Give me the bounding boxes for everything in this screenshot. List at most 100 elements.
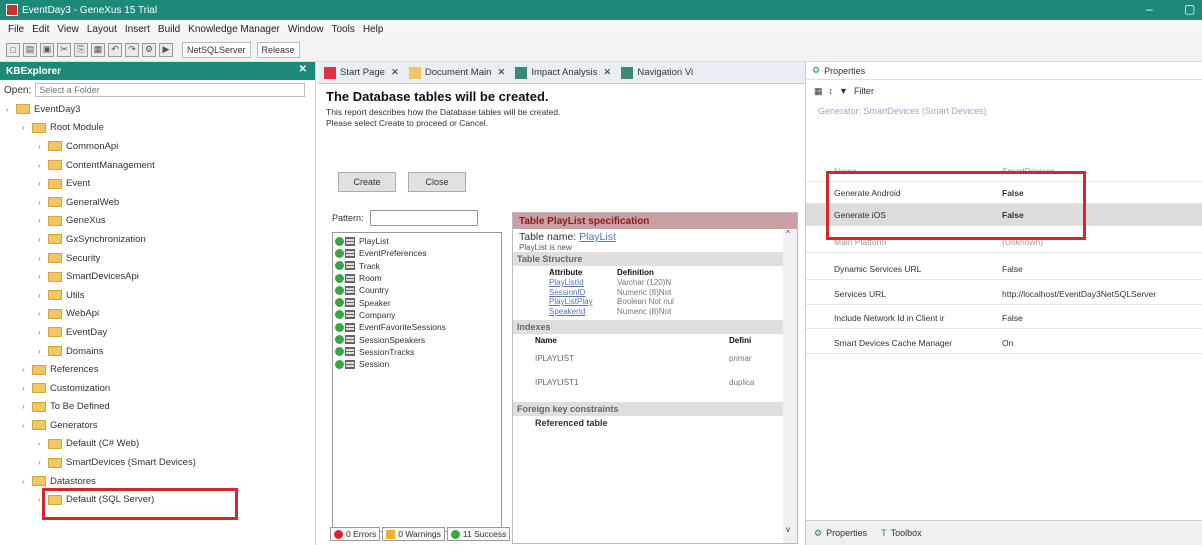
tree-node[interactable]: › Security [6, 249, 315, 268]
chevron-right-icon[interactable]: › [22, 402, 32, 411]
menu-window[interactable]: Window [288, 24, 324, 35]
chevron-right-icon[interactable]: › [22, 384, 32, 393]
tab-impact-analysis[interactable]: Impact Analysis ✕ [515, 66, 611, 79]
list-item[interactable]: EventFavoriteSessions [335, 321, 499, 333]
tree-node[interactable]: › SmartDevicesApi [6, 267, 315, 286]
filter-label[interactable]: Filter [854, 86, 874, 96]
footer-toolbox-tab[interactable]: Toolbox [891, 528, 922, 538]
menu-layout[interactable]: Layout [87, 24, 117, 35]
chevron-right-icon[interactable]: › [38, 439, 48, 448]
chevron-right-icon[interactable]: › [22, 365, 32, 374]
chevron-right-icon[interactable]: › [38, 179, 48, 188]
chevron-right-icon[interactable]: › [38, 198, 48, 207]
tree-node[interactable]: › Customization [6, 379, 315, 398]
tab-start-page[interactable]: Start Page ✕ [324, 66, 399, 79]
paste-icon[interactable]: ▦ [91, 42, 105, 57]
property-row[interactable]: Smart Devices Cache Manager On [806, 332, 1202, 354]
list-item[interactable]: Country [335, 284, 499, 296]
property-value[interactable]: On [996, 338, 1013, 348]
save-icon[interactable]: ▣ [40, 42, 54, 57]
folder-filter-input[interactable] [35, 83, 306, 97]
pattern-input[interactable] [369, 210, 478, 226]
list-item[interactable]: SessionTracks [335, 346, 499, 358]
tree-node[interactable]: › References [6, 360, 315, 379]
environment-select[interactable]: NetSQLServer [182, 41, 251, 58]
scroll-down-icon[interactable]: v [786, 525, 790, 534]
close-button[interactable]: Close [408, 172, 466, 192]
warnings-badge[interactable]: 0 Warnings [382, 527, 445, 541]
tree-node[interactable]: › To Be Defined [6, 398, 315, 417]
success-badge[interactable]: 11 Success [446, 527, 511, 541]
close-icon[interactable]: ✕ [497, 67, 505, 78]
list-item[interactable]: Session [335, 358, 499, 370]
attribute-link[interactable]: PlayListId [549, 278, 584, 287]
menu-insert[interactable]: Insert [125, 24, 150, 35]
spec-scrollbar[interactable]: ^ v [783, 229, 797, 543]
tree-node[interactable]: › Utils [6, 286, 315, 305]
tree-node[interactable]: › Event [6, 174, 315, 193]
close-icon[interactable]: ✕ [299, 64, 307, 75]
property-row[interactable]: Dynamic Services URL False [806, 258, 1202, 280]
alphabetical-icon[interactable]: ↕ [829, 86, 834, 96]
scroll-up-icon[interactable]: ^ [786, 229, 790, 238]
table-name-link[interactable]: PlayList [579, 231, 616, 243]
tree-node[interactable]: › Root Module [6, 119, 315, 138]
tree-node[interactable]: › WebApi [6, 305, 315, 324]
chevron-right-icon[interactable]: › [6, 105, 16, 114]
new-icon[interactable]: □ [6, 42, 20, 57]
tree-node[interactable]: › Generators [6, 416, 315, 435]
run-icon[interactable]: ▶ [159, 42, 173, 57]
list-item[interactable]: Track [335, 260, 499, 272]
tree-node[interactable]: › SmartDevices (Smart Devices) [6, 453, 315, 472]
chevron-right-icon[interactable]: › [38, 254, 48, 263]
tree-node[interactable]: › Domains [6, 342, 315, 361]
tree-node[interactable]: › Default (C# Web) [6, 435, 315, 454]
chevron-right-icon[interactable]: › [38, 161, 48, 170]
menu-edit[interactable]: Edit [32, 24, 49, 35]
tab-document-main[interactable]: Document Main ✕ [408, 66, 505, 79]
list-item[interactable]: Speaker [335, 296, 499, 308]
chevron-right-icon[interactable]: › [38, 235, 48, 244]
list-item[interactable]: SessionSpeakers [335, 333, 499, 345]
property-value[interactable]: http://localhost/EventDay3NetSQLServer [996, 289, 1156, 299]
categorized-icon[interactable]: ▦ [814, 86, 823, 97]
footer-properties-tab[interactable]: Properties [826, 528, 867, 538]
tree-node[interactable]: › ContentManagement [6, 156, 315, 175]
list-item[interactable]: EventPreferences [335, 247, 499, 259]
configuration-select[interactable]: Release [256, 41, 300, 58]
build-icon[interactable]: ⚙ [142, 42, 156, 57]
chevron-right-icon[interactable]: › [38, 142, 48, 151]
undo-icon[interactable]: ↶ [108, 42, 122, 57]
chevron-right-icon[interactable]: › [38, 328, 48, 337]
attribute-link[interactable]: PlayListPlay [549, 297, 593, 306]
close-icon[interactable]: ✕ [391, 67, 399, 78]
tree-node[interactable]: › GeneXus [6, 212, 315, 231]
chevron-right-icon[interactable]: › [38, 347, 48, 356]
copy-icon[interactable]: ⎘ [74, 42, 88, 57]
property-row[interactable]: Include Network Id in Client ir False [806, 307, 1202, 329]
maximize-icon[interactable]: ▢ [1184, 2, 1195, 16]
list-item[interactable]: Room [335, 272, 499, 284]
tree-node[interactable]: › CommonApi [6, 137, 315, 156]
menu-view[interactable]: View [57, 24, 79, 35]
chevron-right-icon[interactable]: › [38, 458, 48, 467]
errors-badge[interactable]: 0 Errors [330, 527, 381, 541]
close-icon[interactable]: ✕ [603, 67, 611, 78]
tree-node[interactable]: › GeneralWeb [6, 193, 315, 212]
menu-tools[interactable]: Tools [331, 24, 354, 35]
menu-knowledge-manager[interactable]: Knowledge Manager [188, 24, 280, 35]
menu-help[interactable]: Help [363, 24, 384, 35]
tree-node[interactable]: › GxSynchronization [6, 230, 315, 249]
tree-node[interactable]: › EventDay3 [6, 100, 315, 119]
attribute-link[interactable]: SpeakerId [549, 307, 585, 316]
cut-icon[interactable]: ✂ [57, 42, 71, 57]
chevron-right-icon[interactable]: › [22, 477, 32, 486]
chevron-right-icon[interactable]: › [38, 291, 48, 300]
list-item[interactable]: Company [335, 309, 499, 321]
minimize-icon[interactable]: – [1146, 2, 1153, 16]
tree-node[interactable]: › EventDay [6, 323, 315, 342]
property-value[interactable]: False [996, 264, 1023, 274]
chevron-right-icon[interactable]: › [22, 421, 32, 430]
redo-icon[interactable]: ↷ [125, 42, 139, 57]
chevron-right-icon[interactable]: › [22, 123, 32, 132]
